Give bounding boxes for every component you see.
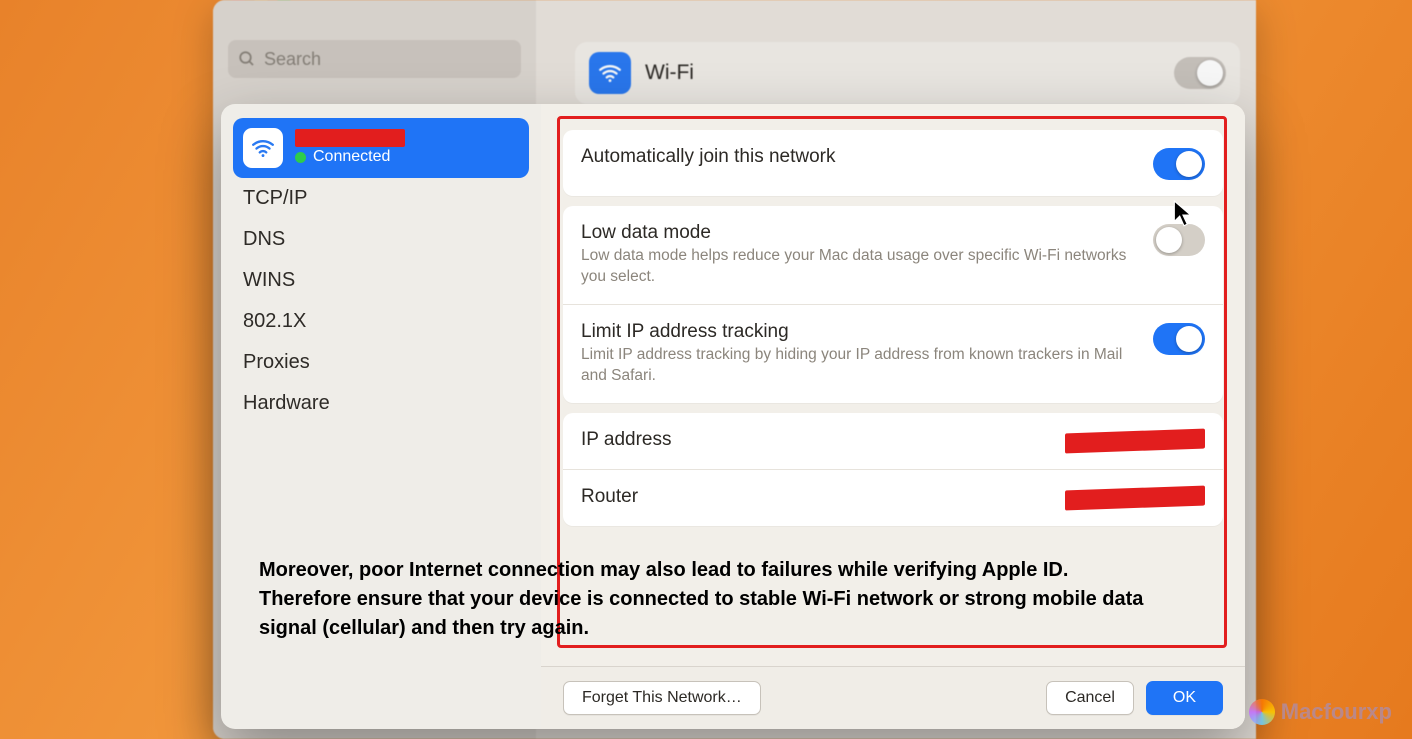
auto-join-toggle[interactable] [1153,148,1205,180]
low-data-desc: Low data mode helps reduce your Mac data… [581,246,1135,288]
limit-ip-toggle[interactable] [1153,323,1205,355]
wifi-icon [589,52,631,94]
wifi-header-row: Wi-Fi [575,42,1240,104]
forget-network-button[interactable]: Forget This Network… [563,681,761,715]
wifi-icon [243,128,283,168]
dialog-footer: Forget This Network… Cancel OK [541,666,1245,729]
network-name-redacted [295,129,405,147]
sidebar-item-wins[interactable]: WINS [233,260,529,301]
wifi-label: Wi-Fi [645,61,694,85]
sidebar-item-tcpip[interactable]: TCP/IP [233,178,529,219]
limit-ip-desc: Limit IP address tracking by hiding your… [581,345,1135,387]
search-icon [238,50,256,68]
sidebar-item-proxies[interactable]: Proxies [233,342,529,383]
search-input[interactable]: Search [228,40,521,78]
limit-ip-label: Limit IP address tracking [581,321,1135,343]
status-dot-icon [295,152,306,163]
ip-address-label: IP address [581,429,1047,451]
watermark-logo-icon [1249,699,1275,725]
auto-join-card: Automatically join this network [563,130,1223,196]
router-value-redacted [1065,485,1205,510]
cancel-button[interactable]: Cancel [1046,681,1134,715]
search-placeholder: Search [264,49,321,70]
router-label: Router [581,486,1047,508]
watermark-text: Macfourxp [1281,699,1392,725]
network-status: Connected [313,147,390,166]
address-card: IP address Router [563,413,1223,526]
sidebar-item-network[interactable]: Connected [233,118,529,178]
sidebar-item-dns[interactable]: DNS [233,219,529,260]
data-options-card: Low data mode Low data mode helps reduce… [563,206,1223,403]
sidebar-item-8021x[interactable]: 802.1X [233,301,529,342]
auto-join-label: Automatically join this network [581,146,1135,168]
ok-button[interactable]: OK [1146,681,1223,715]
sidebar-item-hardware[interactable]: Hardware [233,383,529,424]
wifi-toggle[interactable] [1174,57,1226,89]
annotation-caption: Moreover, poor Internet connection may a… [259,556,1159,643]
low-data-label: Low data mode [581,222,1135,244]
ip-address-value-redacted [1065,428,1205,453]
watermark: Macfourxp [1249,699,1392,725]
low-data-toggle[interactable] [1153,224,1205,256]
